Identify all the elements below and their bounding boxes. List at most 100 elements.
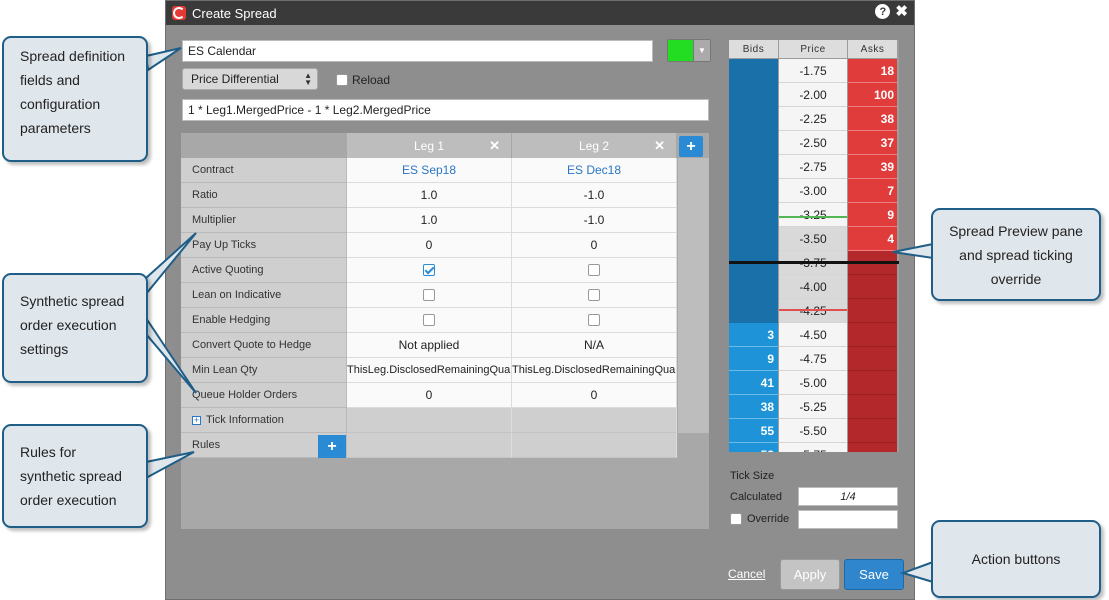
bid-cell[interactable] <box>729 203 778 227</box>
leg-2-queue-holder[interactable]: 0 <box>512 383 677 408</box>
price-cell[interactable]: -4.75 <box>779 347 847 371</box>
ask-cell[interactable] <box>848 371 897 395</box>
ladder-row: -4.25 <box>729 299 899 323</box>
help-icon[interactable]: ? <box>875 4 891 19</box>
price-cell[interactable]: -4.50 <box>779 323 847 347</box>
bid-cell[interactable] <box>729 299 778 323</box>
add-leg-button[interactable]: + <box>679 136 703 157</box>
remove-leg-1-icon[interactable]: ✕ <box>489 138 500 154</box>
spread-name-input[interactable] <box>182 40 653 62</box>
ask-cell[interactable] <box>848 395 897 419</box>
leg-2-multiplier[interactable]: -1.0 <box>512 208 677 233</box>
price-cell[interactable]: -5.00 <box>779 371 847 395</box>
bid-cell[interactable]: 38 <box>729 395 778 419</box>
callout-line: parameters <box>20 120 91 136</box>
price-cell[interactable]: -2.75 <box>779 155 847 179</box>
bid-cell[interactable]: 55 <box>729 419 778 443</box>
apply-button[interactable]: Apply <box>780 559 840 590</box>
row-tick-information[interactable]: + Tick Information <box>181 408 678 433</box>
bid-cell[interactable] <box>729 59 778 83</box>
ask-cell[interactable]: 38 <box>848 107 897 131</box>
ask-cell[interactable]: 4 <box>848 227 897 251</box>
bid-cell[interactable]: 3 <box>729 323 778 347</box>
price-cell[interactable]: -2.25 <box>779 107 847 131</box>
row-rules: Rules <box>181 433 678 458</box>
leg-1-lean-on-indicative-checkbox[interactable] <box>423 289 435 301</box>
price-cell[interactable]: -3.25 <box>779 203 847 227</box>
row-enable-hedging: Enable Hedging <box>181 308 678 333</box>
spread-preview-ladder: Bids Price Asks -1.75 18 -2.00 100 -2.25 38… <box>729 40 899 452</box>
ask-cell[interactable] <box>848 323 897 347</box>
bid-cell[interactable] <box>729 107 778 131</box>
price-cell[interactable]: -4.25 <box>779 299 847 323</box>
leg-1-contract[interactable]: ES Sep18 <box>347 158 512 183</box>
price-cell[interactable]: -3.50 <box>779 227 847 251</box>
price-cell[interactable]: -4.00 <box>779 275 847 299</box>
cancel-button[interactable]: Cancel <box>728 567 765 581</box>
leg-1-active-quoting-checkbox[interactable] <box>423 264 435 276</box>
ask-cell[interactable] <box>848 419 897 443</box>
formula-type-select[interactable]: Price Differential ▲ ▼ <box>182 68 318 90</box>
tick-information-label[interactable]: + Tick Information <box>181 408 347 433</box>
reload-checkbox[interactable] <box>336 74 348 86</box>
bid-cell[interactable] <box>729 83 778 107</box>
price-cell[interactable]: -1.75 <box>779 59 847 83</box>
leg-2-header[interactable]: Leg 2 ✕ <box>512 133 677 158</box>
spread-color-picker[interactable]: ▼ <box>667 39 711 62</box>
ask-cell[interactable] <box>848 299 897 323</box>
price-cell[interactable]: -2.50 <box>779 131 847 155</box>
bid-cell[interactable] <box>729 131 778 155</box>
tick-size-override-input[interactable] <box>798 510 898 529</box>
bid-cell[interactable] <box>729 275 778 299</box>
leg-2-active-quoting-checkbox[interactable] <box>588 264 600 276</box>
close-icon[interactable]: ✖ <box>895 4 908 19</box>
price-cell[interactable]: -2.00 <box>779 83 847 107</box>
leg-2-min-lean-qty[interactable]: ThisLeg.DisclosedRemainingQuantity <box>512 358 677 383</box>
expand-icon[interactable]: + <box>192 415 201 425</box>
price-cell[interactable]: -5.50 <box>779 419 847 443</box>
bid-cell[interactable]: 41 <box>729 371 778 395</box>
price-cell[interactable]: -5.75 <box>779 443 847 452</box>
leg-2-contract[interactable]: ES Dec18 <box>512 158 677 183</box>
ask-cell[interactable] <box>848 443 897 452</box>
remove-leg-2-icon[interactable]: ✕ <box>654 138 665 154</box>
leg-2-lean-on-indicative-checkbox[interactable] <box>588 289 600 301</box>
ask-cell[interactable]: 9 <box>848 203 897 227</box>
reload-toggle[interactable]: Reload <box>336 73 390 87</box>
leg-2-ratio[interactable]: -1.0 <box>512 183 677 208</box>
ask-cell[interactable] <box>848 347 897 371</box>
grid-corner <box>181 133 347 158</box>
leg-1-enable-hedging-checkbox[interactable] <box>423 314 435 326</box>
save-button[interactable]: Save <box>844 559 904 590</box>
bid-cell[interactable] <box>729 227 778 251</box>
price-cell[interactable]: -5.25 <box>779 395 847 419</box>
ask-cell[interactable]: 18 <box>848 59 897 83</box>
formula-input[interactable] <box>182 99 709 121</box>
leg-2-pay-up-ticks[interactable]: 0 <box>512 233 677 258</box>
ask-cell[interactable]: 39 <box>848 155 897 179</box>
leg-2-enable-hedging-checkbox[interactable] <box>588 314 600 326</box>
ladder-row: -2.25 38 <box>729 107 899 131</box>
ask-cell[interactable]: 100 <box>848 83 897 107</box>
leg-2-convert-quote[interactable]: N/A <box>512 333 677 358</box>
ask-cell[interactable] <box>848 275 897 299</box>
ask-cell[interactable]: 37 <box>848 131 897 155</box>
ask-cell[interactable]: 7 <box>848 179 897 203</box>
title-bar[interactable]: Create Spread ? ✖ <box>166 1 914 25</box>
bid-cell[interactable] <box>729 179 778 203</box>
bid-cell[interactable]: 9 <box>729 347 778 371</box>
leg-1-ratio[interactable]: 1.0 <box>347 183 512 208</box>
bid-cell[interactable] <box>729 155 778 179</box>
leg-1-min-lean-qty[interactable]: ThisLeg.DisclosedRemainingQuantity <box>347 358 512 383</box>
leg-1-queue-holder[interactable]: 0 <box>347 383 512 408</box>
row-label: Ratio <box>181 183 347 208</box>
bid-cell[interactable]: 53 <box>729 443 778 452</box>
add-rule-button[interactable]: + <box>318 435 346 458</box>
leg-1-header[interactable]: Leg 1 ✕ <box>347 133 512 158</box>
leg-1-multiplier[interactable]: 1.0 <box>347 208 512 233</box>
leg-1-pay-up-ticks[interactable]: 0 <box>347 233 512 258</box>
leg-1-convert-quote[interactable]: Not applied <box>347 333 512 358</box>
price-cell[interactable]: -3.00 <box>779 179 847 203</box>
tick-size-override-toggle[interactable]: Override <box>730 513 789 525</box>
override-checkbox[interactable] <box>730 513 742 525</box>
